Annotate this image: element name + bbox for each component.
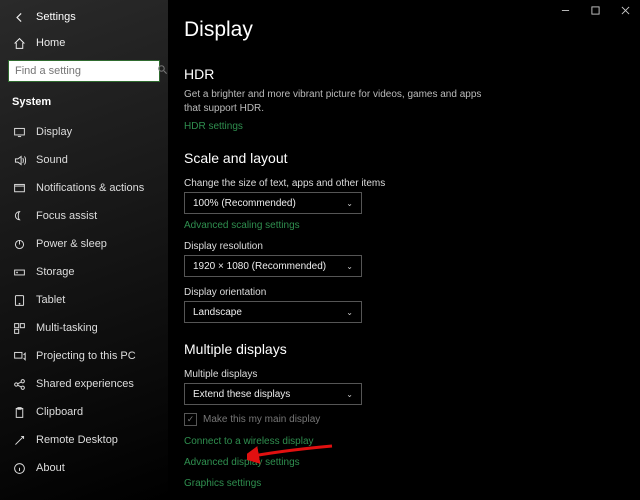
- nav-label: Shared experiences: [36, 378, 134, 390]
- search-field[interactable]: [15, 65, 157, 77]
- sidebar-item-about[interactable]: About: [0, 454, 168, 482]
- nav-label: About: [36, 462, 65, 474]
- text-size-select[interactable]: 100% (Recommended) ⌄: [184, 192, 362, 214]
- nav-label: Projecting to this PC: [36, 350, 136, 362]
- main-display-checkbox-row: ✓ Make this my main display: [184, 409, 640, 428]
- hdr-desc: Get a brighter and more vibrant picture …: [184, 88, 484, 119]
- sound-icon: [12, 153, 26, 167]
- home-icon: [12, 36, 26, 50]
- close-button[interactable]: [610, 0, 640, 20]
- nav-label: Clipboard: [36, 406, 83, 418]
- chevron-down-icon: ⌄: [346, 308, 353, 317]
- minimize-button[interactable]: [550, 0, 580, 20]
- sidebar-item-notifications[interactable]: Notifications & actions: [0, 174, 168, 202]
- sidebar-item-remote[interactable]: Remote Desktop: [0, 426, 168, 454]
- maximize-button[interactable]: [580, 0, 610, 20]
- home-row[interactable]: Home: [0, 30, 168, 56]
- clipboard-icon: [12, 405, 26, 419]
- remote-icon: [12, 433, 26, 447]
- graphics-settings-link[interactable]: Graphics settings: [184, 472, 640, 493]
- orientation-select[interactable]: Landscape ⌄: [184, 301, 362, 323]
- chevron-down-icon: ⌄: [346, 199, 353, 208]
- storage-icon: [12, 265, 26, 279]
- multitask-icon: [12, 321, 26, 335]
- nav-label: Focus assist: [36, 210, 97, 222]
- multi-value: Extend these displays: [193, 389, 290, 400]
- nav-label: Power & sleep: [36, 238, 107, 250]
- about-icon: [12, 461, 26, 475]
- sidebar-item-power[interactable]: Power & sleep: [0, 230, 168, 258]
- tablet-icon: [12, 293, 26, 307]
- main-display-checkbox: ✓: [184, 413, 197, 426]
- nav-label: Sound: [36, 154, 68, 166]
- text-size-label: Change the size of text, apps and other …: [184, 172, 640, 192]
- orientation-value: Landscape: [193, 307, 242, 318]
- multi-heading: Multiple displays: [184, 327, 640, 363]
- main-display-label: Make this my main display: [203, 414, 320, 425]
- multi-label: Multiple displays: [184, 363, 640, 383]
- nav-label: Notifications & actions: [36, 182, 144, 194]
- multi-select[interactable]: Extend these displays ⌄: [184, 383, 362, 405]
- adv-scaling-link[interactable]: Advanced scaling settings: [184, 218, 640, 235]
- focus-icon: [12, 209, 26, 223]
- search-input[interactable]: [8, 60, 160, 82]
- nav-label: Remote Desktop: [36, 434, 118, 446]
- chevron-down-icon: ⌄: [346, 262, 353, 271]
- resolution-select[interactable]: 1920 × 1080 (Recommended) ⌄: [184, 255, 362, 277]
- nav-label: Storage: [36, 266, 75, 278]
- hdr-settings-link[interactable]: HDR settings: [184, 119, 640, 136]
- sidebar-item-storage[interactable]: Storage: [0, 258, 168, 286]
- sidebar-item-sound[interactable]: Sound: [0, 146, 168, 174]
- back-row: Settings: [0, 4, 168, 30]
- window-title: Settings: [36, 11, 76, 23]
- hdr-heading: HDR: [184, 52, 640, 88]
- adv-display-link[interactable]: Advanced display settings: [184, 451, 640, 472]
- sidebar-item-shared[interactable]: Shared experiences: [0, 370, 168, 398]
- project-icon: [12, 349, 26, 363]
- chevron-down-icon: ⌄: [346, 390, 353, 399]
- notifications-icon: [12, 181, 26, 195]
- resolution-value: 1920 × 1080 (Recommended): [193, 261, 326, 272]
- sidebar-item-clipboard[interactable]: Clipboard: [0, 398, 168, 426]
- sidebar-item-display[interactable]: Display: [0, 118, 168, 146]
- display-icon: [12, 125, 26, 139]
- sidebar-item-project[interactable]: Projecting to this PC: [0, 342, 168, 370]
- sidebar-section: System: [0, 90, 168, 112]
- nav-label: Tablet: [36, 294, 65, 306]
- nav-label: Display: [36, 126, 72, 138]
- scale-heading: Scale and layout: [184, 136, 640, 172]
- sidebar-item-multitask[interactable]: Multi-tasking: [0, 314, 168, 342]
- power-icon: [12, 237, 26, 251]
- text-size-value: 100% (Recommended): [193, 198, 296, 209]
- resolution-label: Display resolution: [184, 235, 640, 255]
- back-icon[interactable]: [12, 10, 26, 24]
- sidebar-item-focus[interactable]: Focus assist: [0, 202, 168, 230]
- home-label: Home: [36, 37, 65, 49]
- nav-label: Multi-tasking: [36, 322, 98, 334]
- orientation-label: Display orientation: [184, 281, 640, 301]
- sidebar-item-tablet[interactable]: Tablet: [0, 286, 168, 314]
- search-icon: [157, 64, 168, 78]
- shared-icon: [12, 377, 26, 391]
- wireless-display-link[interactable]: Connect to a wireless display: [184, 428, 640, 451]
